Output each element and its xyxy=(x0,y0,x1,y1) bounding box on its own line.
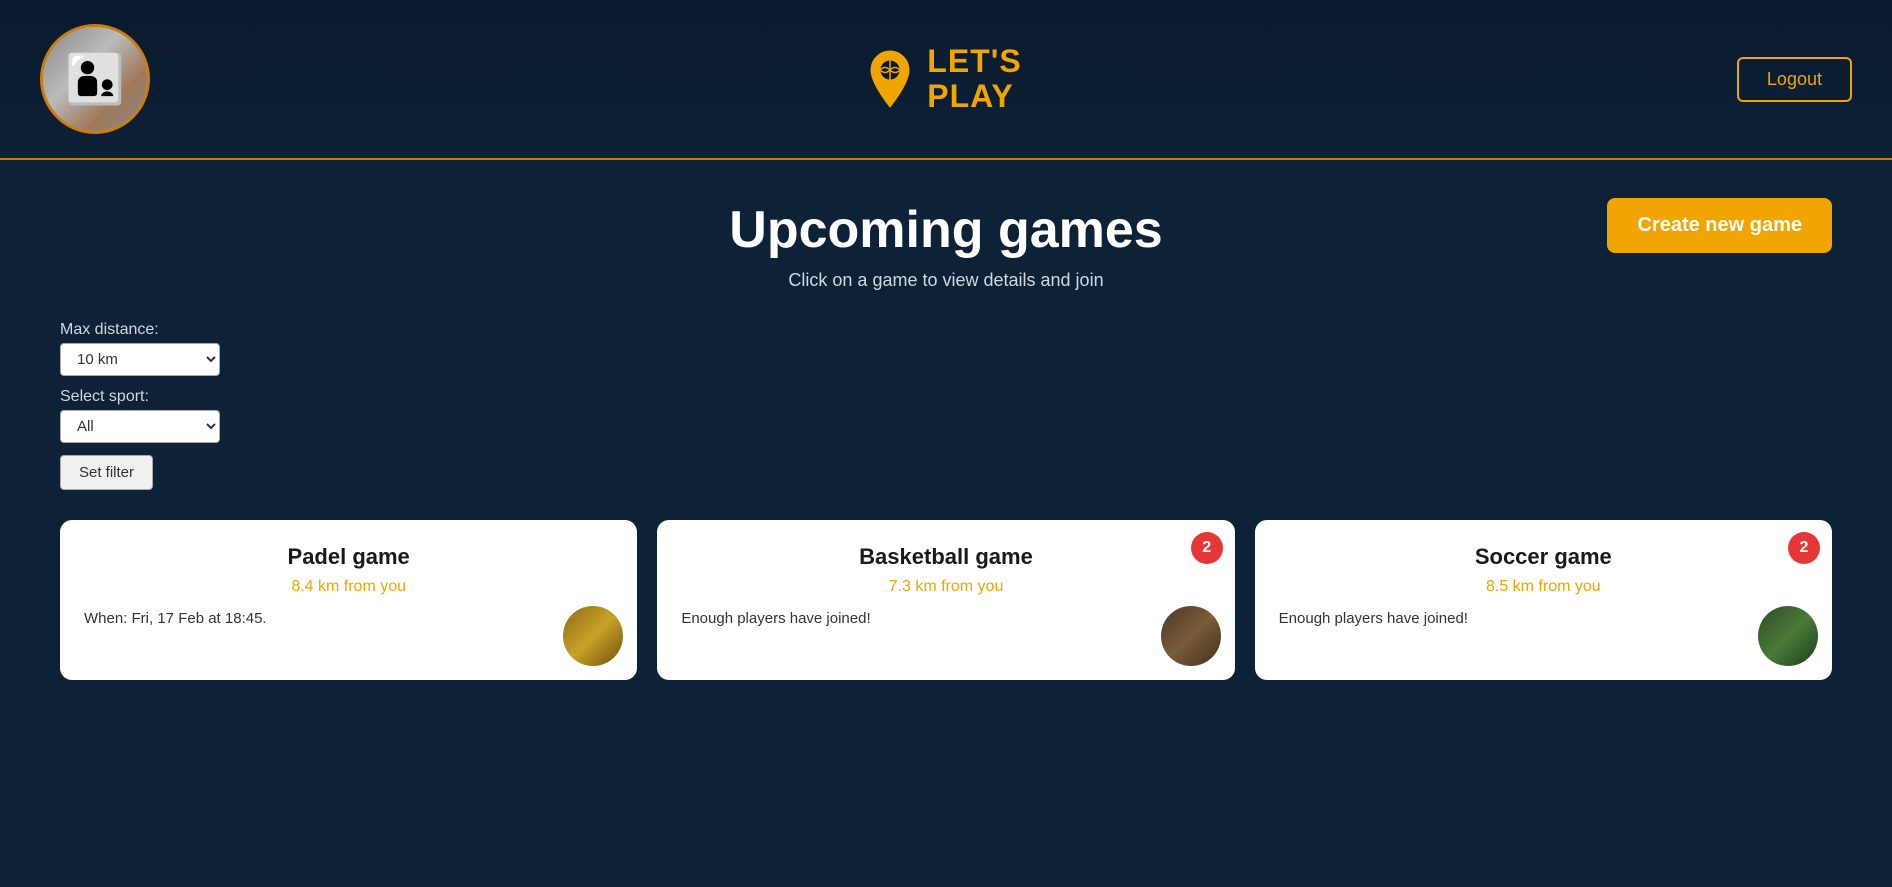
avatar-image xyxy=(43,27,147,131)
set-filter-button[interactable]: Set filter xyxy=(60,455,153,490)
game-card-soccer[interactable]: 2 Soccer game 8.5 km from you Enough pla… xyxy=(1255,520,1832,680)
logout-button[interactable]: Logout xyxy=(1737,57,1852,102)
card-badge-basketball: 2 xyxy=(1191,532,1223,564)
distance-label: Max distance: xyxy=(60,321,340,339)
page-title: Upcoming games xyxy=(60,200,1832,260)
avatar[interactable] xyxy=(40,24,150,134)
card-title: Padel game xyxy=(84,544,613,570)
card-distance: 8.4 km from you xyxy=(84,578,613,596)
logo-text: LET'S PLAY xyxy=(927,44,1021,114)
sport-select[interactable]: All Padel Basketball Soccer xyxy=(60,410,220,443)
card-distance: 8.5 km from you xyxy=(1279,578,1808,596)
page-subtitle: Click on a game to view details and join xyxy=(60,270,1832,291)
card-image-basketball xyxy=(1161,606,1221,666)
cards-row: Padel game 8.4 km from you When: Fri, 17… xyxy=(0,520,1892,680)
header: LET'S PLAY Logout xyxy=(0,0,1892,160)
game-card-padel[interactable]: Padel game 8.4 km from you When: Fri, 17… xyxy=(60,520,637,680)
sport-filter-group: Select sport: All Padel Basketball Socce… xyxy=(60,388,340,443)
card-title: Soccer game xyxy=(1279,544,1808,570)
card-detail: Enough players have joined! xyxy=(1279,610,1808,627)
card-detail: When: Fri, 17 Feb at 18:45. xyxy=(84,610,613,627)
page-header: Upcoming games Click on a game to view d… xyxy=(60,200,1832,291)
card-image-soccer xyxy=(1758,606,1818,666)
logo-icon xyxy=(865,49,915,109)
card-distance: 7.3 km from you xyxy=(681,578,1210,596)
create-new-game-button[interactable]: Create new game xyxy=(1607,198,1832,253)
card-badge-soccer: 2 xyxy=(1788,532,1820,564)
game-card-basketball[interactable]: 2 Basketball game 7.3 km from you Enough… xyxy=(657,520,1234,680)
card-title: Basketball game xyxy=(681,544,1210,570)
distance-select[interactable]: 1 km 5 km 10 km 25 km 50 km xyxy=(60,343,220,376)
main-content: Upcoming games Click on a game to view d… xyxy=(0,160,1892,680)
card-detail: Enough players have joined! xyxy=(681,610,1210,627)
distance-filter-group: Max distance: 1 km 5 km 10 km 25 km 50 k… xyxy=(60,321,340,376)
sport-label: Select sport: xyxy=(60,388,340,406)
logo: LET'S PLAY xyxy=(865,44,1021,114)
card-image-padel xyxy=(563,606,623,666)
filters-panel: Max distance: 1 km 5 km 10 km 25 km 50 k… xyxy=(60,321,340,490)
